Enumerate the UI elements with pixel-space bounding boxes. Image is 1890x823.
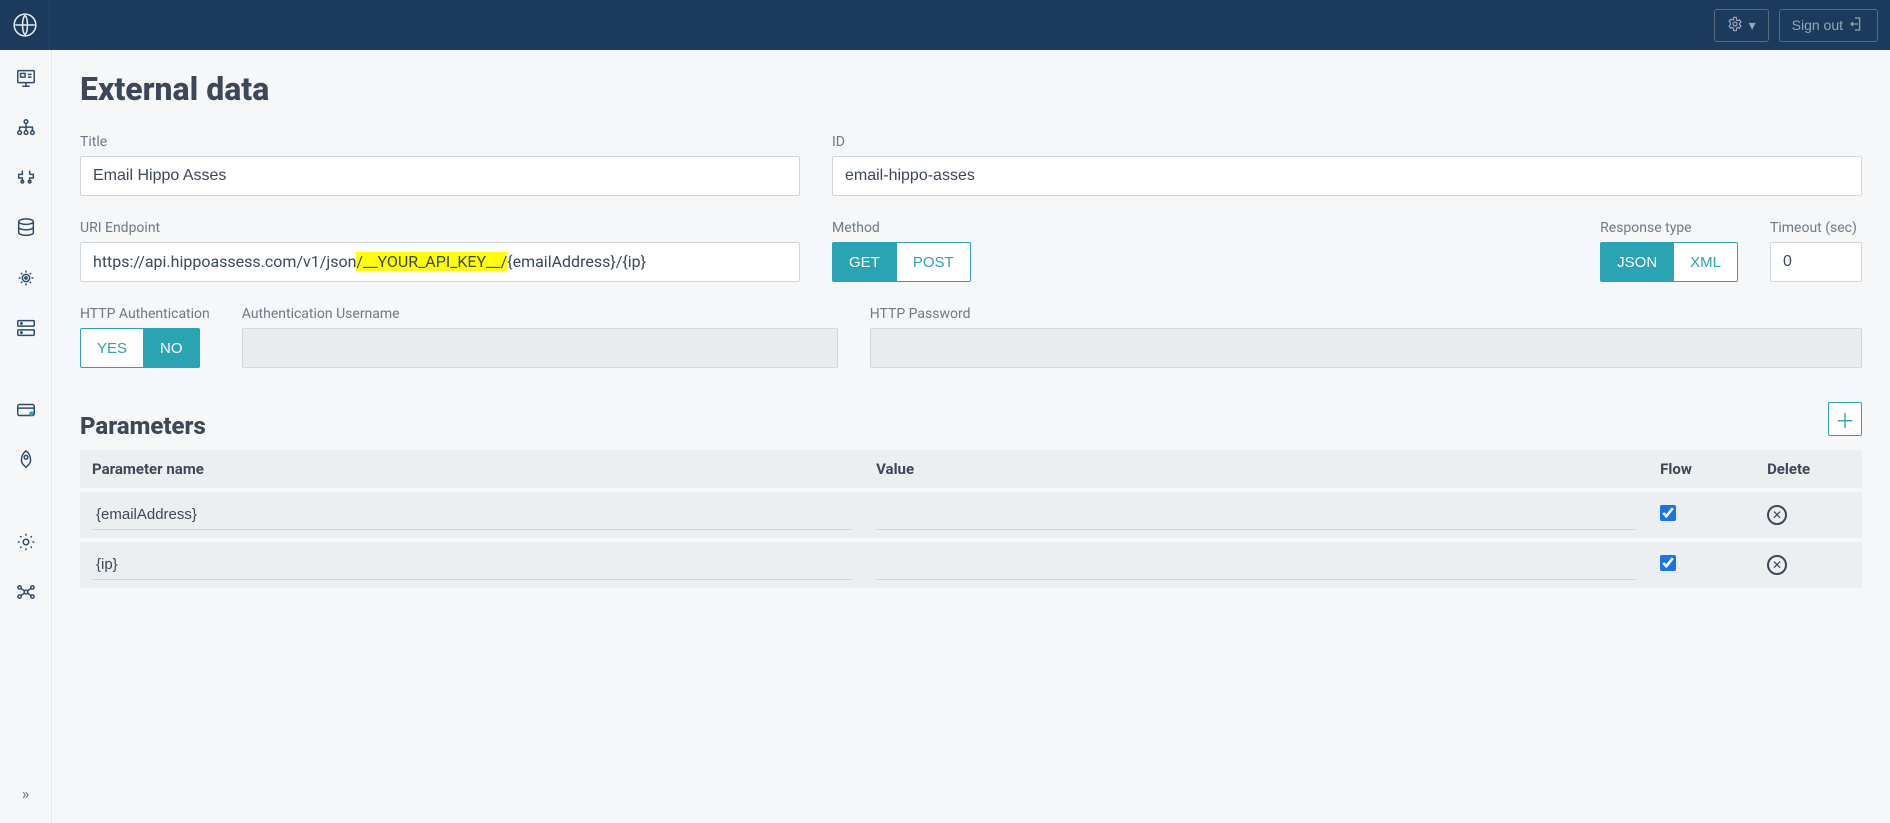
signout-button[interactable]: Sign out bbox=[1779, 9, 1878, 42]
auth-label: HTTP Authentication bbox=[80, 306, 210, 322]
row-endpoint: URI Endpoint https://api.hippoassess.com… bbox=[80, 220, 1862, 282]
group-auth-user: Authentication Username bbox=[242, 306, 838, 368]
signout-icon bbox=[1849, 16, 1865, 35]
params-header: Parameters ＋ bbox=[80, 392, 1862, 446]
sidebar-item-flows[interactable] bbox=[10, 112, 42, 144]
auth-user-input bbox=[242, 328, 838, 368]
col-value: Value bbox=[864, 450, 1648, 490]
topbar-right: ▾ Sign out bbox=[1714, 9, 1878, 42]
sidebar-item-servers[interactable] bbox=[10, 312, 42, 344]
auth-user-label: Authentication Username bbox=[242, 306, 838, 322]
param-flow-checkbox[interactable] bbox=[1660, 555, 1676, 571]
gear-icon bbox=[1727, 16, 1743, 35]
sidebar-item-database[interactable] bbox=[10, 212, 42, 244]
resp-json-button[interactable]: JSON bbox=[1600, 242, 1674, 282]
settings-button[interactable]: ▾ bbox=[1714, 9, 1769, 42]
param-value-input[interactable] bbox=[876, 500, 1636, 530]
group-id: ID bbox=[832, 134, 1862, 196]
group-uri: URI Endpoint https://api.hippoassess.com… bbox=[80, 220, 800, 282]
main-layout: » External data Title ID URI Endpoint ht… bbox=[0, 50, 1890, 823]
id-input[interactable] bbox=[832, 156, 1862, 196]
method-label: Method bbox=[832, 220, 971, 236]
plus-icon: ＋ bbox=[1835, 405, 1855, 434]
sidebar-item-billing[interactable] bbox=[10, 394, 42, 426]
logo-box bbox=[0, 0, 50, 50]
col-name: Parameter name bbox=[80, 450, 864, 490]
param-flow-checkbox[interactable] bbox=[1660, 505, 1676, 521]
resp-xml-button[interactable]: XML bbox=[1674, 242, 1738, 282]
page-title: External data bbox=[80, 70, 1862, 108]
group-title: Title bbox=[80, 134, 800, 196]
group-timeout: Timeout (sec) bbox=[1770, 220, 1862, 282]
delete-icon[interactable]: ✕ bbox=[1767, 505, 1787, 525]
group-auth: HTTP Authentication YES NO bbox=[80, 306, 210, 368]
timeout-input[interactable] bbox=[1770, 242, 1862, 282]
params-table: Parameter name Value Flow Delete ✕ bbox=[80, 450, 1862, 588]
content: External data Title ID URI Endpoint http… bbox=[52, 50, 1890, 823]
sidebar-item-network[interactable] bbox=[10, 576, 42, 608]
params-header-row: Parameter name Value Flow Delete bbox=[80, 450, 1862, 490]
uri-label: URI Endpoint bbox=[80, 220, 800, 236]
pass-label: HTTP Password bbox=[870, 306, 1862, 322]
sidebar-item-integrations[interactable] bbox=[10, 162, 42, 194]
app-logo-icon bbox=[11, 11, 39, 39]
topbar-left bbox=[12, 0, 50, 50]
table-row: ✕ bbox=[80, 540, 1862, 588]
uri-highlight: /__YOUR_API_KEY__/ bbox=[356, 252, 507, 271]
timeout-label: Timeout (sec) bbox=[1770, 220, 1862, 236]
method-post-button[interactable]: POST bbox=[897, 242, 971, 282]
sidebar-item-dashboard[interactable] bbox=[10, 62, 42, 94]
param-name-input[interactable] bbox=[92, 550, 852, 580]
sidebar-item-launch[interactable] bbox=[10, 444, 42, 476]
sidebar-item-settings[interactable] bbox=[10, 526, 42, 558]
sidebar-item-ai[interactable] bbox=[10, 262, 42, 294]
chevron-down-icon: ▾ bbox=[1749, 17, 1756, 34]
param-value-input[interactable] bbox=[876, 550, 1636, 580]
auth-yes-button[interactable]: YES bbox=[80, 328, 144, 368]
uri-input[interactable]: https://api.hippoassess.com/v1/json/__YO… bbox=[80, 242, 800, 282]
uri-suffix: {emailAddress}/{ip} bbox=[507, 252, 646, 271]
params-title: Parameters bbox=[80, 412, 206, 440]
group-method: Method GET POST bbox=[832, 220, 971, 282]
title-input[interactable] bbox=[80, 156, 800, 196]
group-pass: HTTP Password bbox=[870, 306, 1862, 368]
add-parameter-button[interactable]: ＋ bbox=[1828, 402, 1862, 436]
pass-input bbox=[870, 328, 1862, 368]
auth-toggle: YES NO bbox=[80, 328, 210, 368]
table-row: ✕ bbox=[80, 490, 1862, 540]
auth-no-button[interactable]: NO bbox=[144, 328, 200, 368]
delete-icon[interactable]: ✕ bbox=[1767, 555, 1787, 575]
uri-prefix: https://api.hippoassess.com/v1/json bbox=[93, 252, 356, 271]
topbar: ▾ Sign out bbox=[0, 0, 1890, 50]
group-resp: Response type JSON XML bbox=[1600, 220, 1738, 282]
col-delete: Delete bbox=[1755, 450, 1862, 490]
title-label: Title bbox=[80, 134, 800, 150]
signout-label: Sign out bbox=[1792, 17, 1843, 33]
method-toggle: GET POST bbox=[832, 242, 971, 282]
method-get-button[interactable]: GET bbox=[832, 242, 897, 282]
resp-label: Response type bbox=[1600, 220, 1738, 236]
sidebar-expand-toggle[interactable]: » bbox=[22, 784, 30, 803]
resp-toggle: JSON XML bbox=[1600, 242, 1738, 282]
col-flow: Flow bbox=[1648, 450, 1755, 490]
sidebar: » bbox=[0, 50, 52, 823]
id-label: ID bbox=[832, 134, 1862, 150]
row-auth: HTTP Authentication YES NO Authenticatio… bbox=[80, 306, 1862, 368]
param-name-input[interactable] bbox=[92, 500, 852, 530]
row-title-id: Title ID bbox=[80, 134, 1862, 196]
